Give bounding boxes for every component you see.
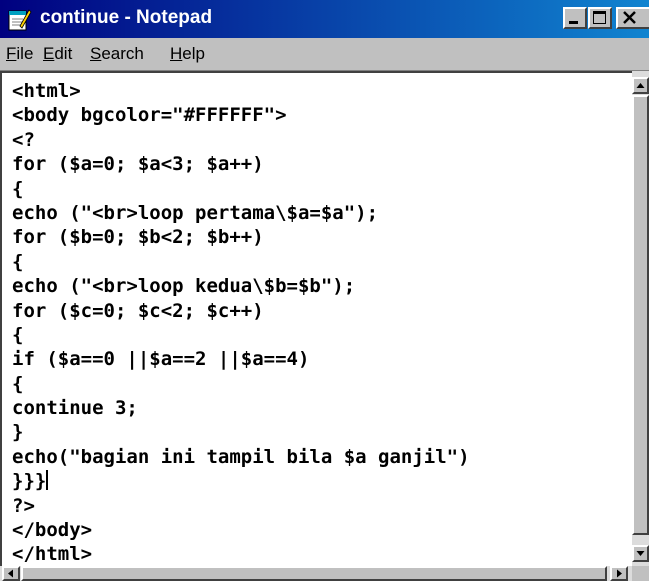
- code-line: {: [12, 323, 24, 346]
- vertical-scroll-thumb[interactable]: [632, 95, 649, 535]
- code-line: <html>: [12, 80, 81, 102]
- code-text: <html> <body bgcolor="#FFFFFF"> <? for ($a=…: [12, 79, 470, 566]
- horizontal-scroll-thumb[interactable]: [21, 566, 607, 581]
- code-line: {: [12, 177, 24, 200]
- code-line: for ($a=0; $a<3; $a++): [12, 153, 264, 176]
- window-title: continue - Notepad: [40, 7, 213, 28]
- minimize-button[interactable]: [563, 7, 587, 29]
- notepad-icon[interactable]: [6, 6, 32, 32]
- code-line: <body bgcolor="#FFFFFF">: [12, 104, 287, 127]
- code-line: echo("bagian ini tampil bila $a ganjil"): [12, 445, 470, 468]
- title-bar[interactable]: continue - Notepad: [0, 0, 649, 38]
- vertical-scrollbar[interactable]: [632, 71, 649, 566]
- code-line: }}}: [12, 470, 49, 493]
- code-line: for ($b=0; $b<2; $b++): [12, 226, 264, 249]
- scroll-down-button[interactable]: [632, 545, 649, 562]
- menu-bar: File Edit Search Help: [0, 38, 649, 71]
- scroll-left-button[interactable]: [2, 566, 20, 581]
- code-line: continue 3;: [12, 397, 138, 420]
- scroll-up-button[interactable]: [632, 77, 649, 94]
- horizontal-scrollbar[interactable]: [0, 566, 649, 581]
- code-line: echo ("<br>loop pertama\$a=$a");: [12, 201, 379, 224]
- arrow-right-icon: [617, 569, 622, 578]
- minimize-icon: [569, 21, 578, 24]
- code-line: </body>: [12, 519, 93, 542]
- code-line: {: [12, 372, 24, 395]
- menu-edit[interactable]: Edit: [43, 44, 72, 64]
- text-editor[interactable]: <html> <body bgcolor="#FFFFFF"> <? for ($a=…: [0, 71, 632, 566]
- scrollbar-corner: [632, 566, 649, 581]
- menu-help[interactable]: Help: [170, 44, 205, 64]
- menu-file[interactable]: File: [6, 44, 33, 64]
- maximize-button[interactable]: [588, 7, 612, 29]
- arrow-up-icon: [636, 83, 645, 88]
- close-icon: [623, 11, 636, 24]
- code-line: <?: [12, 128, 35, 151]
- code-line: {: [12, 250, 24, 273]
- maximize-icon: [593, 11, 606, 24]
- close-button[interactable]: [616, 7, 649, 29]
- code-line: ?>: [12, 494, 35, 517]
- scroll-right-button[interactable]: [610, 566, 628, 581]
- code-line: echo ("<br>loop kedua\$b=$b");: [12, 275, 356, 298]
- menu-search[interactable]: Search: [90, 44, 144, 64]
- arrow-down-icon: [636, 551, 645, 556]
- code-line: }: [12, 421, 24, 444]
- code-line: if ($a==0 ||$a==2 ||$a==4): [12, 348, 310, 371]
- text-caret: [46, 470, 49, 491]
- code-line: for ($c=0; $c<2; $c++): [12, 299, 264, 322]
- arrow-left-icon: [8, 569, 13, 578]
- code-line: </html>: [12, 543, 93, 566]
- notepad-window: continue - Notepad File Edit Search Help…: [0, 0, 649, 581]
